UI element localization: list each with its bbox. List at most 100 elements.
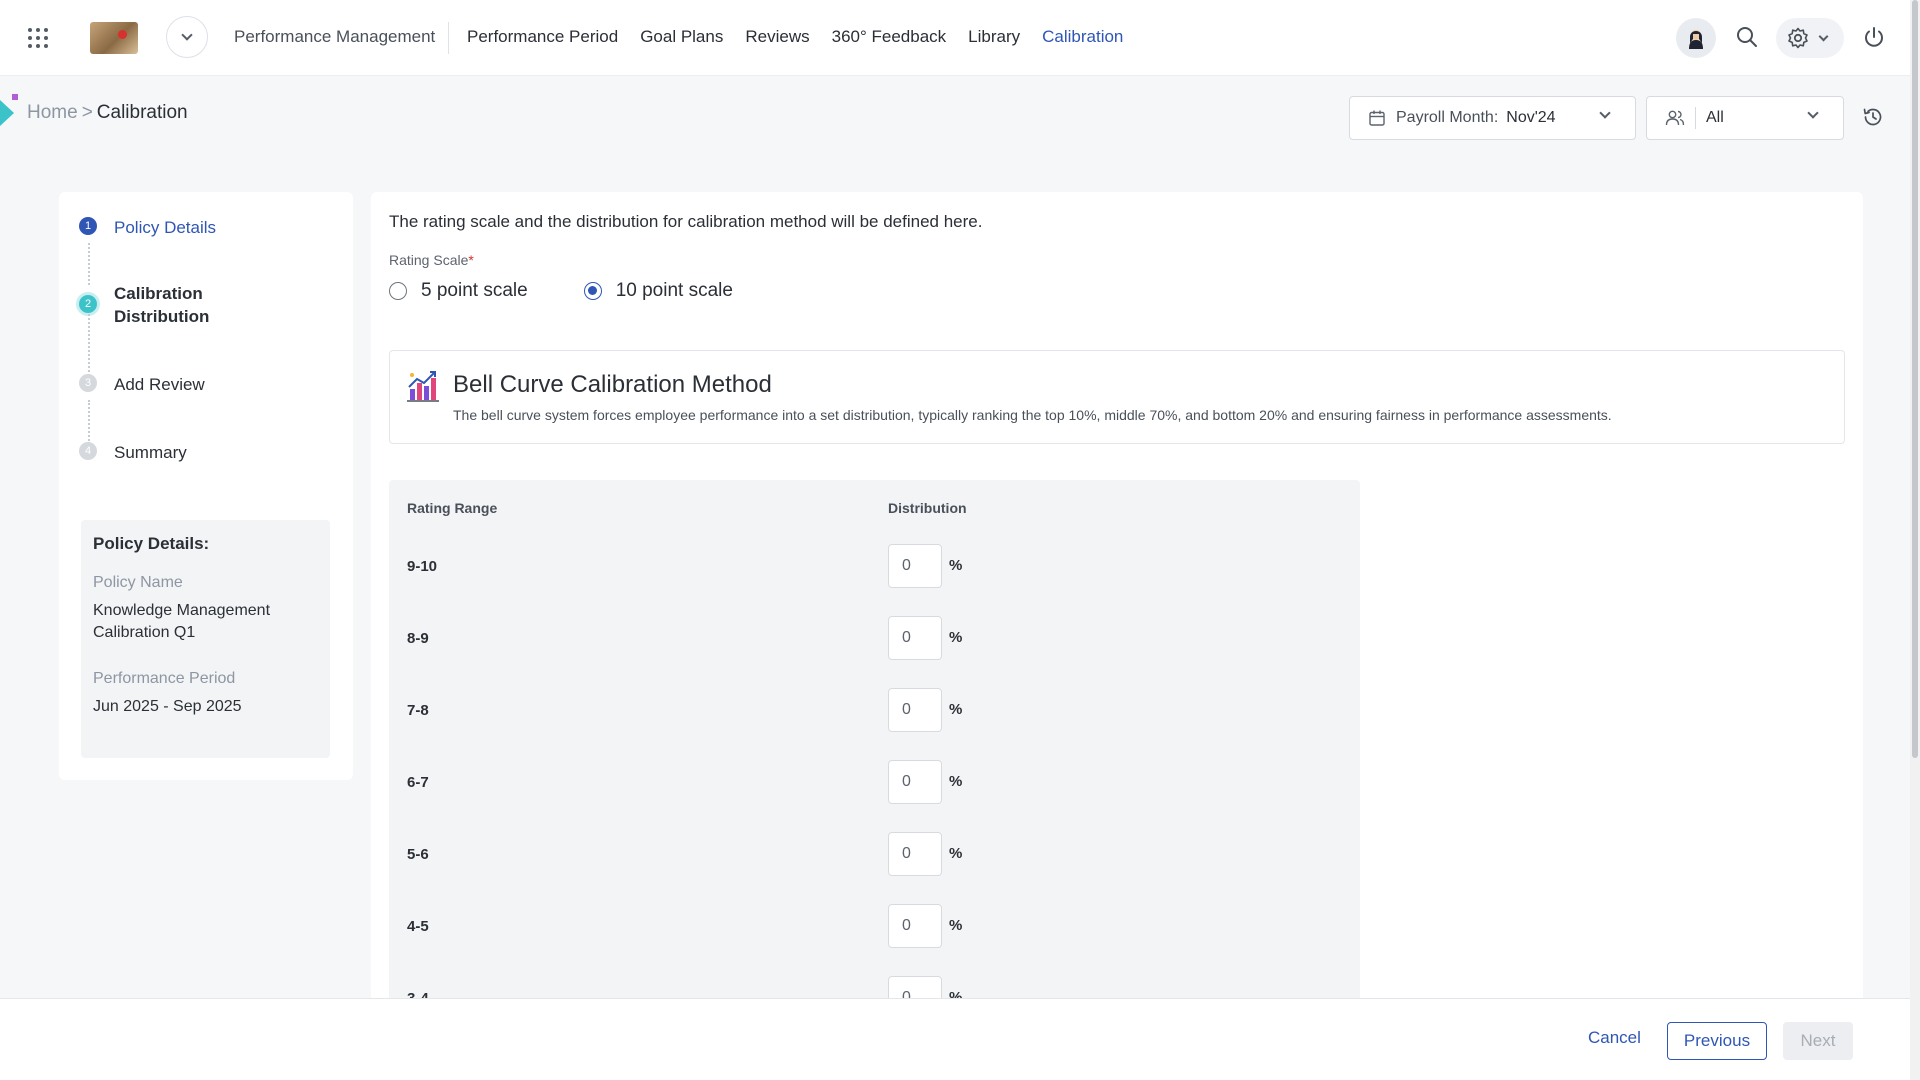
step-connector — [88, 243, 90, 285]
step-add-review[interactable]: 3 Add Review — [79, 373, 205, 396]
calendar-icon — [1369, 110, 1385, 126]
rating-scale-label: Rating Scale* — [389, 252, 474, 268]
chevron-down-icon — [1807, 107, 1819, 119]
radio-label: 10 point scale — [615, 280, 733, 301]
company-logo[interactable] — [90, 22, 138, 54]
chevron-down-icon — [181, 29, 193, 41]
percent-unit: % — [949, 557, 963, 574]
users-icon — [1665, 110, 1685, 126]
distribution-table: Rating Range Distribution 9-10 % 8-9 % 7… — [389, 480, 1360, 1020]
scrollbar-thumb[interactable] — [1912, 0, 1918, 758]
step-label: Add Review — [114, 375, 205, 394]
radio-5-point-scale[interactable]: 5 point scale — [389, 280, 528, 302]
breadcrumb-home[interactable]: Home — [27, 102, 78, 123]
breadcrumb-current: Calibration — [96, 102, 188, 123]
bar-chart-icon — [407, 371, 439, 402]
calibration-distribution-form: The rating scale and the distribution fo… — [371, 192, 1863, 1020]
performance-period-label: Performance Period — [93, 670, 236, 687]
employee-group-select[interactable]: All — [1646, 96, 1844, 140]
policy-name-value: Knowledge Management Calibration Q1 — [93, 602, 271, 641]
wizard-footer: Cancel Previous Next — [0, 998, 1910, 1080]
rating-range: 9-10 — [407, 558, 438, 575]
next-button[interactable]: Next — [1783, 1022, 1853, 1060]
rating-range: 8-9 — [407, 630, 429, 647]
breadcrumb: Home > Calibration — [27, 102, 188, 124]
rating-range: 7-8 — [407, 702, 429, 719]
power-icon[interactable] — [1862, 25, 1886, 49]
column-header-rating-range: Rating Range — [407, 500, 498, 516]
distribution-input[interactable] — [888, 688, 942, 732]
step-label: Summary — [114, 443, 187, 462]
previous-button[interactable]: Previous — [1667, 1022, 1767, 1060]
rating-range: 6-7 — [407, 774, 429, 791]
step-policy-details[interactable]: 1 Policy Details — [79, 216, 216, 239]
policy-details-summary: Policy Details: Policy Name Knowledge Ma… — [81, 520, 330, 758]
divider — [448, 22, 449, 54]
distribution-input[interactable] — [888, 760, 942, 804]
nav-goal-plans[interactable]: Goal Plans — [640, 27, 723, 47]
nav-library[interactable]: Library — [968, 27, 1020, 47]
nav-calibration[interactable]: Calibration — [1042, 27, 1123, 47]
settings-menu-button[interactable] — [1776, 18, 1844, 58]
step-number: 3 — [79, 374, 97, 392]
distribution-input[interactable] — [888, 544, 942, 588]
bell-curve-description: The bell curve system forces employee pe… — [453, 407, 1612, 423]
divider — [1695, 107, 1696, 129]
policy-name-label: Policy Name — [93, 574, 183, 591]
nav-reviews[interactable]: Reviews — [745, 27, 809, 47]
nav-performance-period[interactable]: Performance Period — [467, 27, 618, 47]
rating-range: 5-6 — [407, 846, 429, 863]
percent-unit: % — [949, 701, 963, 718]
rating-scale-label-text: Rating Scale — [389, 252, 469, 268]
performance-period-value: Jun 2025 - Sep 2025 — [93, 698, 242, 715]
chevron-down-icon — [1599, 107, 1611, 119]
distribution-input[interactable] — [888, 616, 942, 660]
payroll-month-label: Payroll Month: — [1396, 109, 1499, 126]
percent-unit: % — [949, 917, 963, 934]
table-row: 7-8 % — [389, 688, 1360, 734]
step-connector — [88, 400, 90, 444]
module-switcher-button[interactable] — [166, 16, 208, 58]
search-icon[interactable] — [1735, 25, 1759, 49]
employee-group-value: All — [1706, 109, 1724, 126]
gear-icon — [1788, 27, 1808, 49]
decorative-shape — [0, 100, 14, 126]
payroll-month-select[interactable]: Payroll Month: Nov'24 — [1349, 96, 1636, 140]
radio-circle[interactable] — [389, 282, 407, 300]
table-row: 4-5 % — [389, 904, 1360, 950]
step-calibration-distribution[interactable]: 2 Calibration Distribution — [79, 282, 224, 328]
step-number: 4 — [79, 442, 97, 460]
percent-unit: % — [949, 629, 963, 646]
radio-label: 5 point scale — [421, 280, 528, 301]
bell-curve-info-card: Bell Curve Calibration Method The bell c… — [389, 350, 1845, 444]
step-number: 2 — [79, 295, 97, 313]
distribution-input[interactable] — [888, 904, 942, 948]
history-icon[interactable] — [1862, 106, 1884, 128]
top-bar: Performance Management Performance Perio… — [0, 0, 1910, 76]
nav-360-feedback[interactable]: 360° Feedback — [832, 27, 947, 47]
table-row: 9-10 % — [389, 544, 1360, 590]
payroll-month-value: Nov'24 — [1506, 109, 1556, 126]
rating-scale-options: 5 point scale 10 point scale — [389, 280, 733, 302]
table-row: 5-6 % — [389, 832, 1360, 878]
distribution-input[interactable] — [888, 832, 942, 876]
wizard-stepper: 1 Policy Details 2 Calibration Distribut… — [59, 192, 353, 780]
step-connector — [88, 314, 90, 376]
cancel-button[interactable]: Cancel — [1588, 1028, 1641, 1048]
step-summary[interactable]: 4 Summary — [79, 441, 187, 464]
decorative-shape — [12, 94, 18, 100]
form-intro: The rating scale and the distribution fo… — [389, 212, 983, 231]
chevron-down-icon — [1818, 31, 1829, 41]
percent-unit: % — [949, 773, 963, 790]
bell-curve-title: Bell Curve Calibration Method — [453, 371, 772, 398]
step-label: Calibration Distribution — [114, 284, 210, 326]
page-scrollbar[interactable] — [1910, 0, 1920, 1080]
table-row: 6-7 % — [389, 760, 1360, 806]
column-header-distribution: Distribution — [888, 500, 967, 516]
module-name: Performance Management — [234, 27, 436, 46]
app-launcher-icon[interactable] — [28, 28, 48, 48]
radio-circle-selected[interactable] — [583, 282, 602, 300]
radio-10-point-scale[interactable]: 10 point scale — [583, 280, 733, 302]
policy-details-title: Policy Details: — [93, 534, 210, 553]
user-avatar[interactable] — [1676, 18, 1716, 58]
